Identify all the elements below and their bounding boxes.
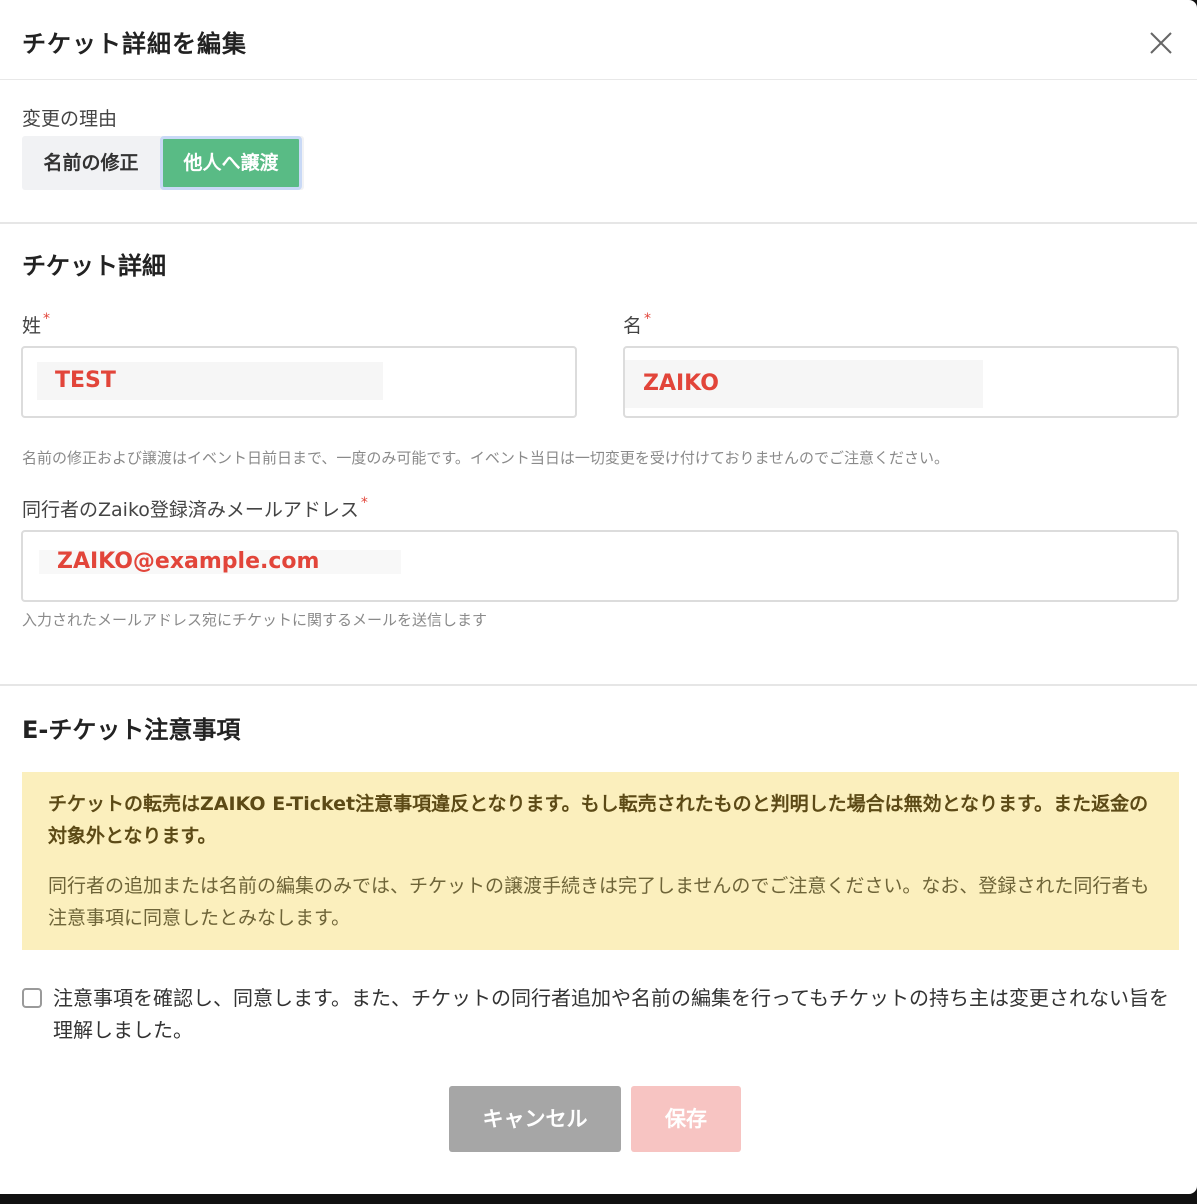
eticket-notice-title: E-チケット注意事項	[22, 716, 241, 744]
reason-toggle-group: 名前の修正 他人へ譲渡	[22, 136, 304, 190]
last-name-input[interactable]: TEST	[21, 346, 577, 418]
email-value: ZAIKO@example.com	[39, 550, 401, 574]
last-name-label-text: 姓	[22, 315, 42, 337]
save-button[interactable]: 保存	[631, 1086, 741, 1152]
section-divider	[0, 684, 1197, 686]
email-hint: 入力されたメールアドレス宛にチケットに関するメールを送信します	[22, 611, 488, 629]
section-divider	[0, 222, 1197, 224]
notice-box: チケットの転売はZAIKO E-Ticket注意事項違反となります。もし転売され…	[22, 772, 1179, 950]
notice-strong-text: チケットの転売はZAIKO E-Ticket注意事項違反となります。もし転売され…	[48, 793, 1149, 847]
close-icon	[1150, 32, 1172, 54]
required-mark: *	[43, 311, 51, 327]
modal-header: チケット詳細を編集	[0, 0, 1197, 80]
email-label-text: 同行者のZaiko登録済みメールアドレス	[22, 499, 359, 521]
first-name-value: ZAIKO	[625, 360, 983, 408]
ticket-details-title: チケット詳細	[22, 252, 166, 280]
agree-checkbox[interactable]	[22, 988, 42, 1008]
last-name-label: 姓 *	[22, 311, 50, 338]
first-name-label: 名 *	[623, 311, 651, 338]
reason-label: 変更の理由	[22, 108, 118, 130]
close-button[interactable]	[1144, 26, 1178, 60]
email-label: 同行者のZaiko登録済みメールアドレス *	[22, 495, 368, 522]
modal-title: チケット詳細を編集	[22, 30, 247, 58]
agree-text[interactable]: 注意事項を確認し、同意します。また、チケットの同行者追加や名前の編集を行ってもチ…	[53, 982, 1173, 1046]
required-mark: *	[644, 311, 652, 327]
cancel-button[interactable]: キャンセル	[449, 1086, 621, 1152]
reason-option-name-fix[interactable]: 名前の修正	[22, 136, 160, 190]
first-name-label-text: 名	[623, 315, 643, 337]
notice-normal-text: 同行者の追加または名前の編集のみでは、チケットの譲渡手続きは完了しませんのでご注…	[48, 875, 1150, 929]
required-mark: *	[360, 495, 368, 511]
first-name-input[interactable]: ZAIKO	[623, 346, 1179, 418]
last-name-value: TEST	[37, 362, 383, 400]
edit-ticket-modal: チケット詳細を編集 変更の理由 名前の修正 他人へ譲渡 チケット詳細 姓 * TE…	[0, 0, 1197, 1194]
name-hint: 名前の修正および譲渡はイベント日前日まで、一度のみ可能です。イベント当日は一切変…	[22, 449, 950, 467]
reason-option-transfer[interactable]: 他人へ譲渡	[160, 136, 302, 190]
email-input[interactable]: ZAIKO@example.com	[21, 530, 1179, 602]
